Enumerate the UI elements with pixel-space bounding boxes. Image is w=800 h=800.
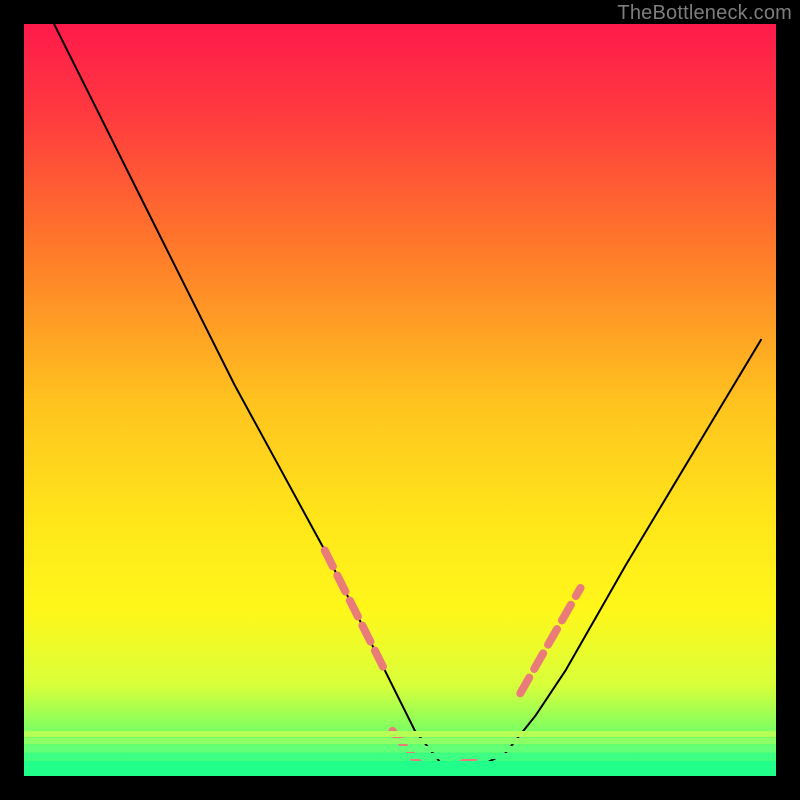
highlight-segment [325, 550, 385, 670]
chart-svg [24, 24, 776, 776]
green-band [24, 746, 776, 752]
green-band [24, 731, 776, 737]
green-band [24, 738, 776, 744]
green-band [24, 761, 776, 776]
bottleneck-curve [54, 24, 761, 769]
plot-area [24, 24, 776, 776]
outer-frame: TheBottleneck.com [0, 0, 800, 800]
watermark-text: TheBottleneck.com [617, 2, 792, 25]
green-band [24, 753, 776, 759]
highlight-segment [520, 588, 580, 693]
